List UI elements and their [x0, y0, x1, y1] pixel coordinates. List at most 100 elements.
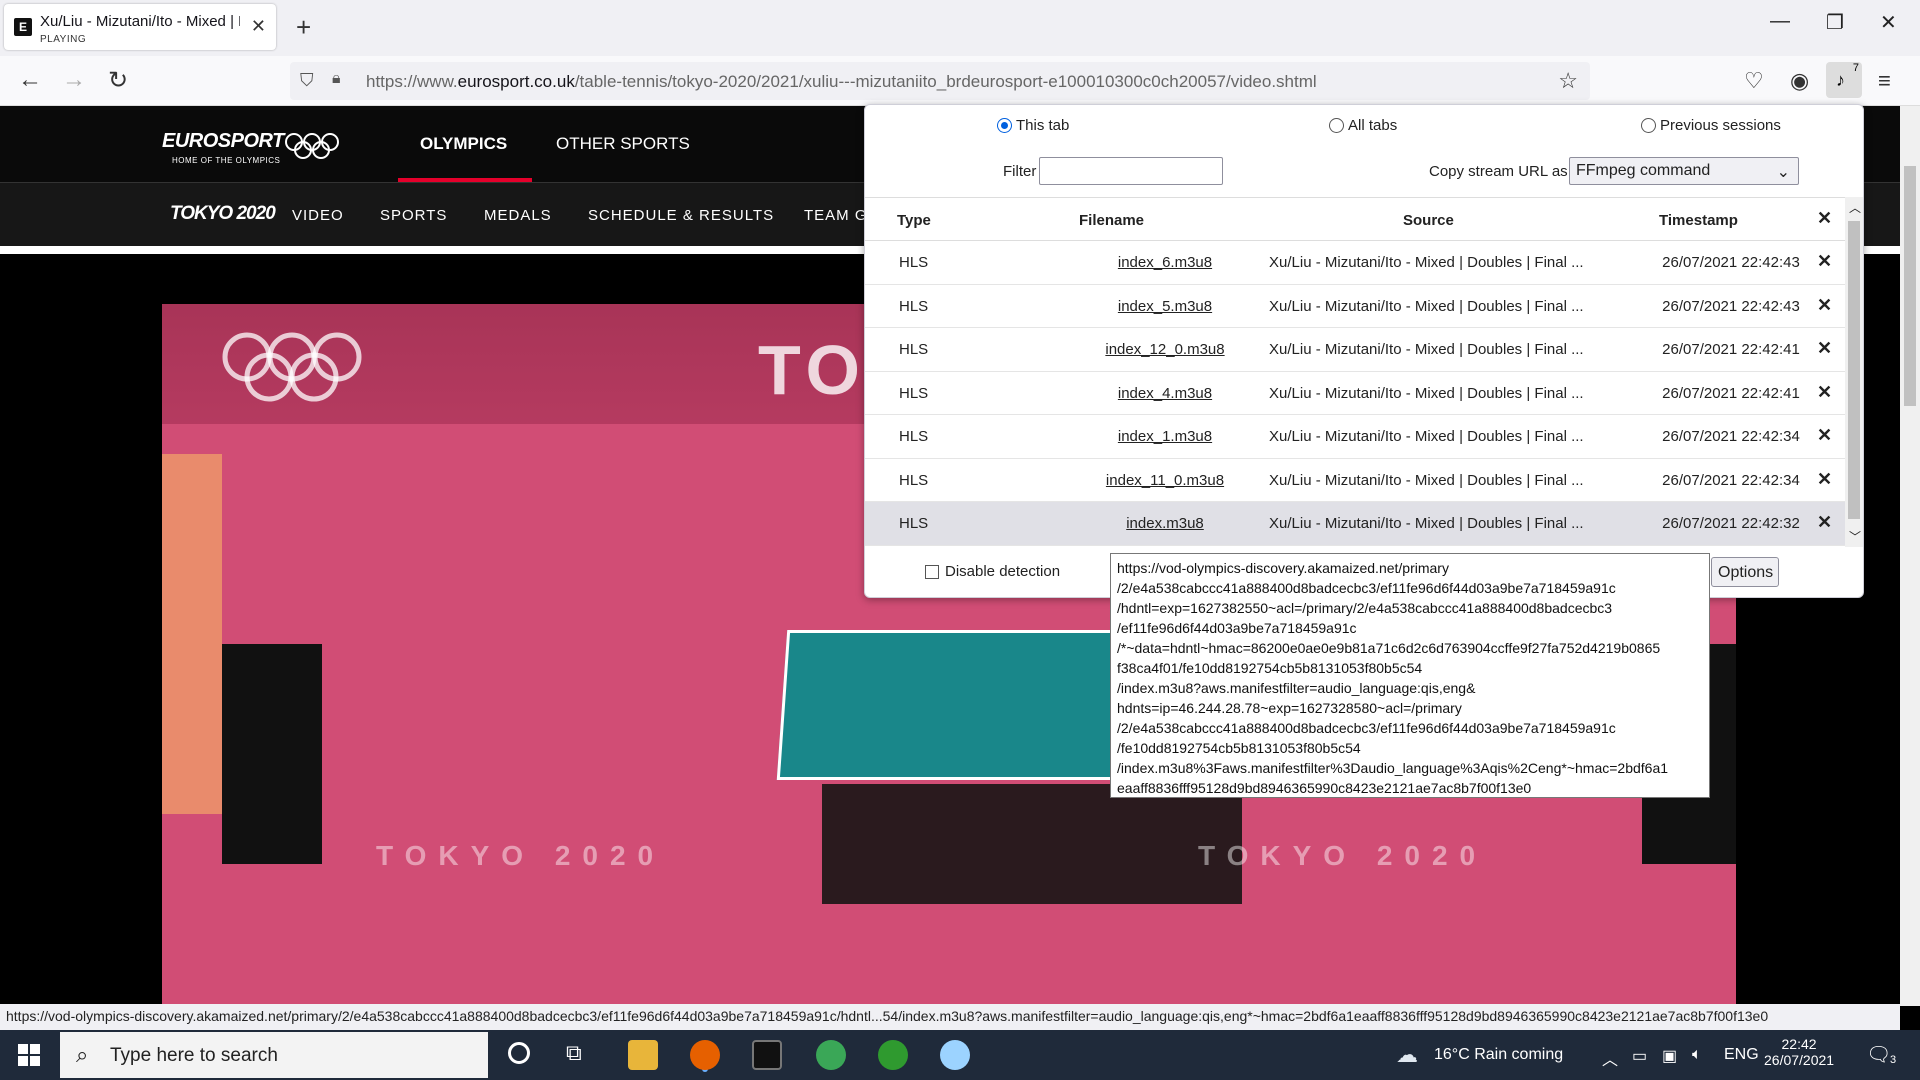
page-scrollbar[interactable] — [1900, 106, 1920, 1006]
tokyo-2020-logo[interactable]: TOKYO 2020 — [170, 203, 276, 225]
stream-detector-button[interactable]: ♪ 7 — [1826, 62, 1862, 98]
cortana-icon[interactable] — [508, 1042, 530, 1064]
tray-expand-icon[interactable]: ︿ — [1602, 1046, 1618, 1070]
restore-icon[interactable]: ❐ — [1826, 10, 1844, 35]
back-icon[interactable]: ← — [18, 66, 42, 94]
site-favicon-icon: E — [14, 18, 32, 36]
header-filename[interactable]: Filename — [1079, 212, 1144, 229]
new-tab-icon[interactable]: + — [296, 12, 311, 43]
row-source: Xu/Liu - Mizutani/Ito - Mixed | Doubles … — [1269, 297, 1584, 315]
chevron-down-icon: ⌄ — [1776, 164, 1790, 181]
row-source: Xu/Liu - Mizutani/Ito - Mixed | Doubles … — [1269, 428, 1584, 445]
header-type[interactable]: Type — [897, 212, 931, 229]
header-source[interactable]: Source — [1403, 212, 1454, 229]
header-timestamp[interactable]: Timestamp — [1659, 212, 1738, 229]
popup-scrollbar[interactable]: ︿ ﹀ — [1845, 197, 1863, 547]
table-row[interactable]: HLS index_11_0.m3u8 Xu/Liu - Mizutani/It… — [865, 459, 1845, 502]
forward-icon[interactable]: → — [62, 66, 86, 94]
url-text[interactable]: https://www.eurosport.co.uk/table-tennis… — [366, 72, 1317, 92]
table-row[interactable]: HLS index_12_0.m3u8 Xu/Liu - Mizutani/It… — [865, 328, 1845, 372]
subnav-sports[interactable]: SPORTS — [380, 207, 447, 224]
row-filename-link[interactable]: index_11_0.m3u8 — [1065, 472, 1265, 489]
scope-previous-sessions[interactable]: Previous sessions — [1641, 117, 1781, 134]
nav-olympics[interactable]: OLYMPICS — [420, 134, 507, 154]
delete-row-icon[interactable]: ✕ — [1817, 295, 1832, 316]
windows-start-icon[interactable] — [18, 1044, 40, 1066]
row-filename-link[interactable]: index_12_0.m3u8 — [1065, 341, 1265, 358]
scope-this-tab[interactable]: This tab — [997, 117, 1069, 134]
row-filename-link[interactable]: index_1.m3u8 — [1065, 428, 1265, 445]
nav-other-sports[interactable]: OTHER SPORTS — [556, 134, 690, 154]
row-filename-link[interactable]: index_4.m3u8 — [1065, 385, 1265, 402]
chrome-icon[interactable] — [816, 1040, 846, 1070]
table-row[interactable]: HLS index_4.m3u8 Xu/Liu - Mizutani/Ito -… — [865, 372, 1845, 415]
popup-scroll-thumb[interactable] — [1848, 221, 1860, 519]
extension-globe-icon[interactable]: ◉ — [1790, 68, 1809, 94]
battery-icon[interactable]: ▭ — [1632, 1046, 1647, 1066]
olympic-rings-wall-icon — [222, 332, 362, 402]
table-row[interactable]: HLS index_1.m3u8 Xu/Liu - Mizutani/Ito -… — [865, 415, 1845, 459]
delete-row-icon[interactable]: ✕ — [1817, 425, 1832, 446]
eurosport-logo[interactable]: EUROSPORT — [162, 130, 284, 153]
radio-selected-icon[interactable] — [997, 118, 1012, 133]
copy-format-select[interactable]: FFmpeg command ⌄ — [1569, 157, 1799, 185]
language-indicator[interactable]: ENG — [1724, 1046, 1759, 1064]
scroll-up-icon[interactable]: ︿ — [1849, 199, 1861, 216]
table-row[interactable]: HLS index_5.m3u8 Xu/Liu - Mizutani/Ito -… — [865, 285, 1845, 328]
radio-icon[interactable] — [1641, 118, 1656, 133]
browser-tab[interactable]: E Xu/Liu - Mizutani/Ito - Mixed | D PLAY… — [4, 4, 276, 50]
volume-icon[interactable]: 🔈︎ — [1692, 1046, 1702, 1064]
lock-icon[interactable]: 🔒︎ — [332, 70, 341, 88]
menu-icon[interactable]: ≡ — [1878, 68, 1891, 94]
close-window-icon[interactable]: ✕ — [1880, 10, 1897, 35]
taskbar-search[interactable]: ⌕ Type here to search — [60, 1032, 488, 1078]
options-button[interactable]: Options — [1711, 557, 1779, 587]
delete-row-icon[interactable]: ✕ — [1817, 251, 1832, 272]
shield-icon[interactable]: ⛉ — [300, 70, 314, 91]
row-timestamp: 26/07/2021 22:42:41 — [1662, 384, 1800, 402]
minimize-icon[interactable]: — — [1770, 10, 1790, 33]
paint-icon[interactable] — [940, 1040, 970, 1070]
subnav-schedule-results[interactable]: SCHEDULE & RESULTS — [588, 207, 774, 224]
firefox-icon[interactable] — [690, 1040, 720, 1070]
checkbox-icon[interactable] — [925, 564, 939, 579]
clear-all-icon[interactable]: ✕ — [1817, 208, 1832, 229]
tab-close-icon[interactable]: ✕ — [251, 16, 266, 37]
subnav-medals[interactable]: MEDALS — [484, 207, 552, 224]
notification-count: 3 — [1890, 1054, 1897, 1066]
scroll-down-icon[interactable]: ﹀ — [1849, 528, 1861, 545]
floor-text-right: TOKYO 2020 — [1198, 840, 1488, 871]
subnav-team[interactable]: TEAM G — [804, 207, 868, 224]
task-view-icon[interactable]: ⧉ — [566, 1040, 582, 1066]
network-icon[interactable]: ▣ — [1662, 1046, 1677, 1066]
utorrent-icon[interactable] — [878, 1040, 908, 1070]
terminal-icon[interactable] — [752, 1040, 782, 1070]
table-base — [822, 784, 1242, 904]
row-filename-link[interactable]: index_5.m3u8 — [1065, 298, 1265, 315]
reload-icon[interactable]: ↻ — [108, 66, 128, 95]
page-scroll-thumb[interactable] — [1904, 166, 1916, 406]
weather-cloud-icon[interactable]: ☁ — [1396, 1042, 1418, 1068]
table-row[interactable]: HLS index.m3u8 Xu/Liu - Mizutani/Ito - M… — [865, 502, 1845, 546]
subnav-video[interactable]: VIDEO — [292, 207, 344, 224]
row-timestamp: 26/07/2021 22:42:34 — [1662, 428, 1800, 445]
radio-icon[interactable] — [1329, 118, 1344, 133]
weather-text[interactable]: 16°C Rain coming — [1434, 1046, 1563, 1064]
pocket-icon[interactable]: ♡ — [1744, 68, 1764, 94]
delete-row-icon[interactable]: ✕ — [1817, 469, 1832, 490]
system-clock[interactable]: 22:42 26/07/2021 — [1764, 1036, 1834, 1068]
scope-all-tabs[interactable]: All tabs — [1329, 117, 1397, 134]
notification-icon[interactable]: 🗨︎ — [1866, 1042, 1891, 1067]
delete-row-icon[interactable]: ✕ — [1817, 512, 1832, 533]
row-filename-link[interactable]: index_6.m3u8 — [1065, 254, 1265, 271]
address-bar[interactable]: ⛉ 🔒︎ https://www.eurosport.co.uk/table-t… — [290, 62, 1590, 100]
file-explorer-icon[interactable] — [628, 1040, 658, 1070]
video-box-left — [222, 644, 322, 864]
disable-detection-toggle[interactable]: Disable detection — [925, 563, 1060, 580]
row-filename-link[interactable]: index.m3u8 — [1065, 515, 1265, 532]
delete-row-icon[interactable]: ✕ — [1817, 338, 1832, 359]
filter-input[interactable] — [1039, 157, 1223, 185]
bookmark-star-icon[interactable]: ☆ — [1558, 68, 1578, 94]
delete-row-icon[interactable]: ✕ — [1817, 382, 1832, 403]
table-row[interactable]: HLS index_6.m3u8 Xu/Liu - Mizutani/Ito -… — [865, 241, 1845, 285]
